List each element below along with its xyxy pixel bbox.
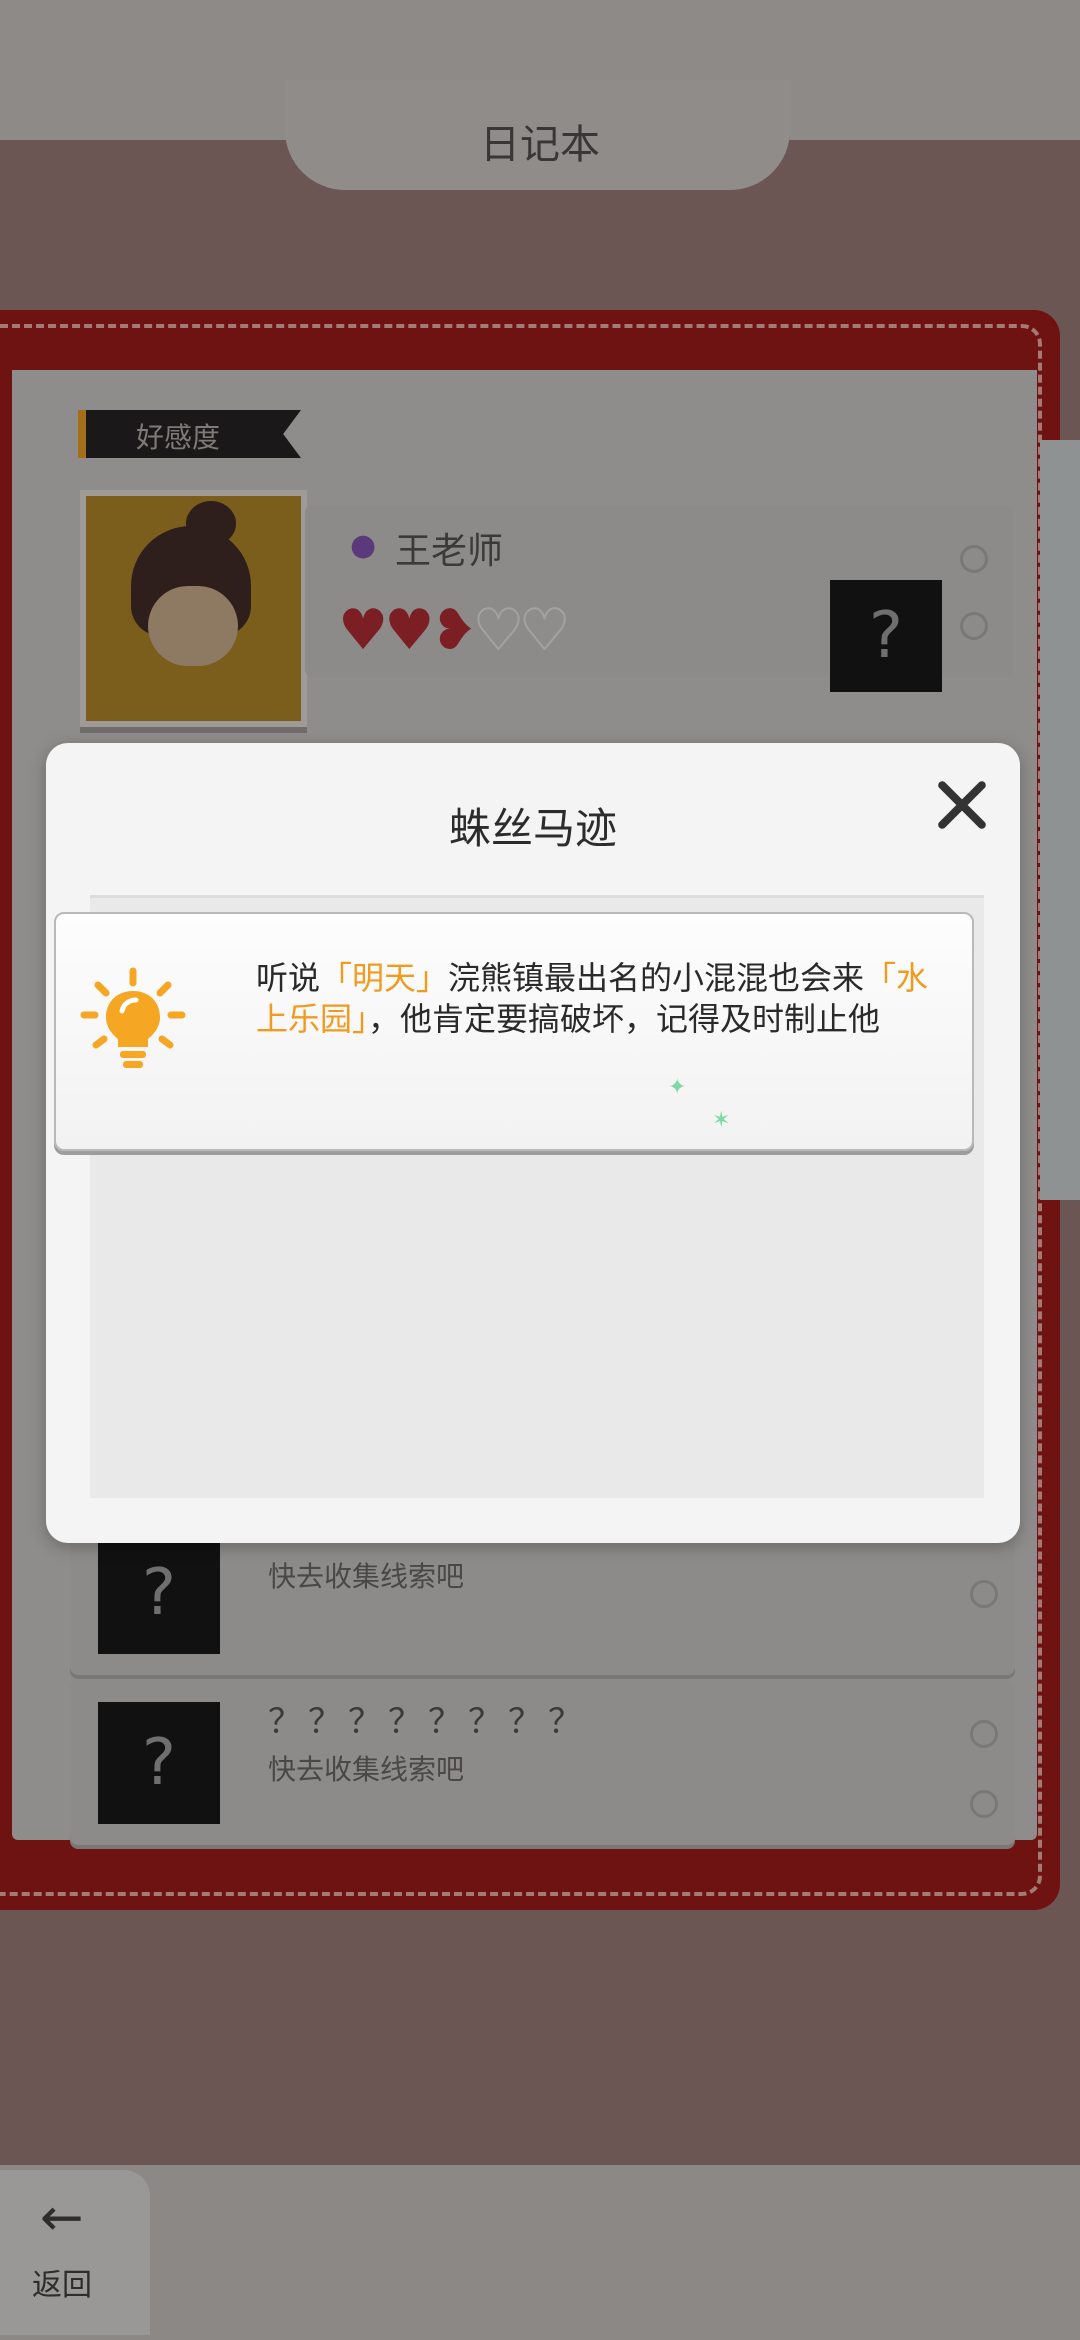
- affection-hearts: ♥♥❥♥♥: [338, 597, 571, 664]
- row-name: ？？？？？？？？: [268, 1702, 588, 1742]
- locked-portrait-box: ?: [98, 1702, 220, 1824]
- close-icon[interactable]: [931, 775, 991, 835]
- clue-segment: 浣熊镇最出名的小混混也会来: [448, 959, 865, 997]
- scroll-dot: [970, 1790, 998, 1818]
- clue-highlight-time: 「明天」: [320, 959, 449, 997]
- portrait-face: [148, 586, 238, 666]
- row-hint: 快去收集线索吧: [268, 1560, 465, 1593]
- lightbulb-icon: [80, 967, 186, 1068]
- scroll-dot: [960, 612, 988, 640]
- arrow-left-icon: ←: [40, 2188, 84, 2248]
- modal-title: 蛛丝马迹: [448, 804, 617, 853]
- clue-segment: ，他肯定要搞破坏，记得及时制止他: [368, 1000, 881, 1038]
- scroll-dot: [960, 545, 988, 573]
- clue-text: 听说「明天」浣熊镇最出名的小混混也会来「水上乐园」，他肯定要搞破坏，记得及时制止…: [256, 958, 936, 1040]
- npc-name: 王老师: [395, 531, 504, 572]
- back-button[interactable]: ← 返回: [0, 2170, 150, 2335]
- locked-item-box[interactable]: ?: [830, 580, 942, 692]
- heart-empty-icon: ♥: [519, 597, 571, 664]
- page-edge: [1040, 440, 1080, 1200]
- sparkle-decoration: ✦: [668, 1075, 687, 1100]
- clue-segment: 听说: [256, 959, 321, 997]
- npc-row-locked[interactable]: ? ？？？？？？？？ 快去收集线索吧: [70, 1680, 1015, 1845]
- locked-portrait-box: ?: [98, 1532, 220, 1654]
- bottom-bar: [0, 2165, 1080, 2340]
- heart-full-icon: ♥: [384, 598, 434, 663]
- location-pin-icon: ●: [350, 528, 377, 563]
- heart-empty-icon: ♥: [472, 597, 524, 664]
- scroll-dot: [970, 1720, 998, 1748]
- sparkle-decoration: ✶: [712, 1108, 731, 1133]
- affection-section-tag: 好感度: [78, 410, 301, 458]
- section-label: 好感度: [136, 421, 221, 454]
- row-hint: 快去收集线索吧: [268, 1753, 465, 1786]
- diary-title: 日记本: [480, 122, 600, 168]
- back-label: 返回: [32, 2268, 92, 2303]
- heart-half-icon: ❥: [430, 598, 477, 663]
- npc-portrait[interactable]: [80, 490, 307, 727]
- scroll-dot: [970, 1580, 998, 1608]
- heart-full-icon: ♥: [338, 598, 388, 663]
